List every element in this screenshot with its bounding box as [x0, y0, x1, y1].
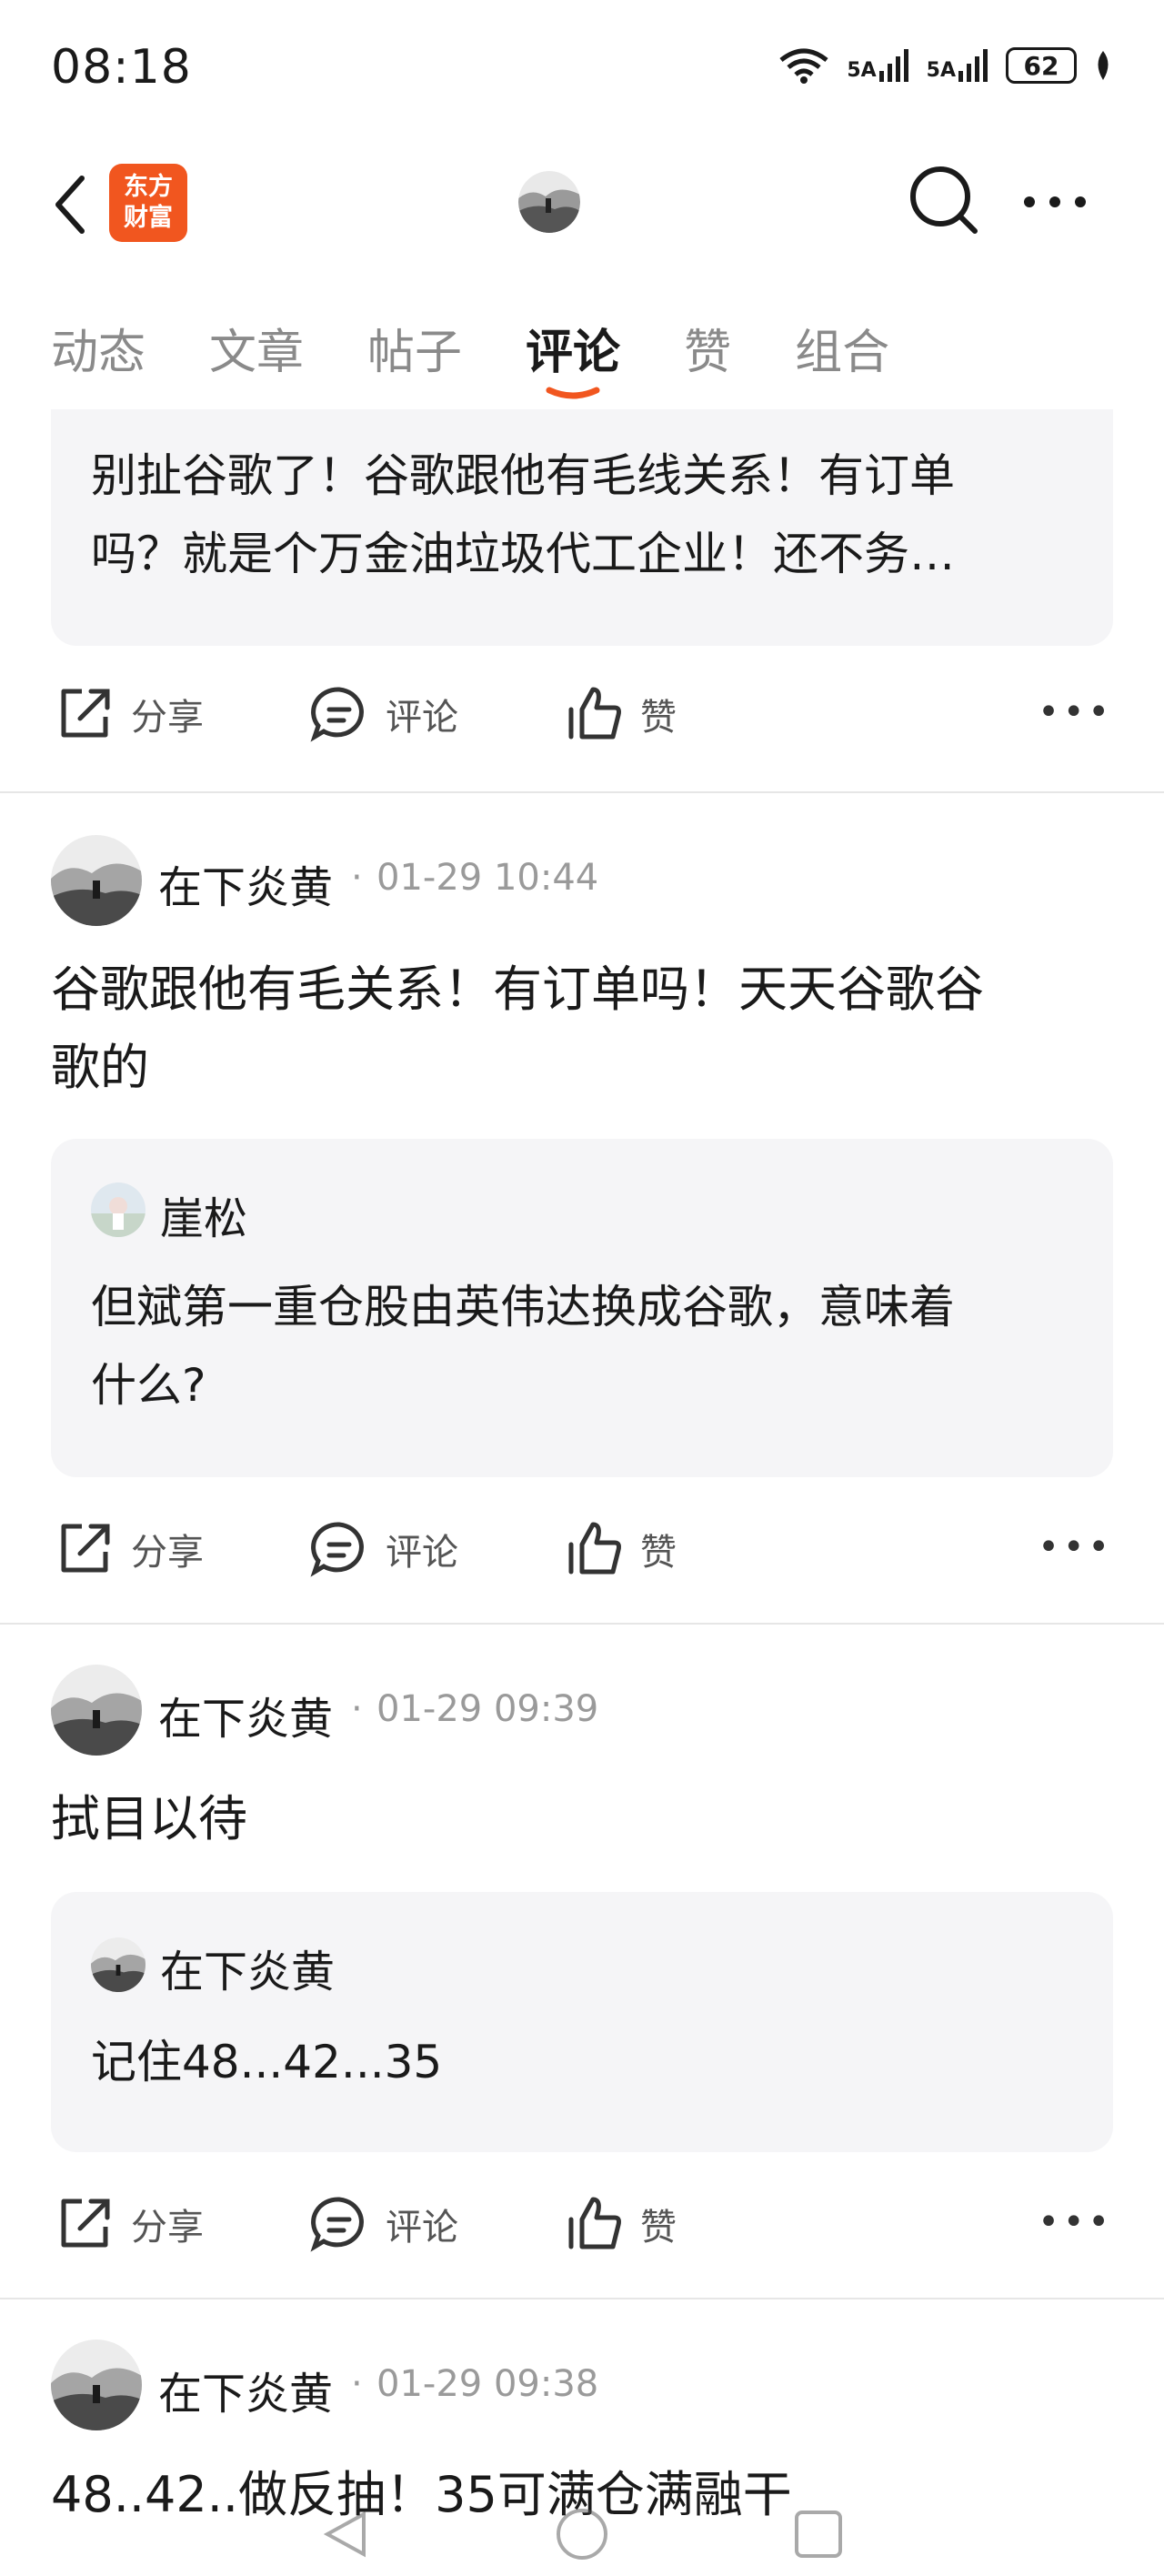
username[interactable]: 在下炎黄: [158, 851, 333, 915]
share-icon: [61, 689, 110, 738]
like-button[interactable]: 赞: [564, 684, 677, 744]
signal-2-icon: 5A: [927, 49, 989, 82]
app-logo: 东方 财富: [109, 164, 187, 242]
thumbs-up-icon: [568, 2197, 621, 2249]
quoted-username: 崖松: [160, 1193, 248, 1244]
nav-recents-icon[interactable]: [791, 2507, 846, 2561]
tab-posts[interactable]: 帖子: [367, 314, 462, 382]
share-icon: [61, 2199, 110, 2248]
leaf-icon: [1098, 51, 1109, 80]
post-time-separator: ·: [351, 857, 363, 899]
post-time-separator: ·: [351, 2363, 363, 2405]
tab-portfolio[interactable]: 组合: [795, 314, 889, 382]
search-icon[interactable]: [908, 164, 980, 236]
user-avatar[interactable]: [51, 1665, 142, 1756]
post-text: 歌的: [51, 1039, 149, 1096]
signal-1-icon: 5A: [847, 49, 909, 82]
quoted-username: 在下炎黄: [160, 1947, 336, 1997]
comment-button[interactable]: 评论: [309, 2194, 458, 2254]
post-divider: [0, 1623, 1164, 1625]
comment-button[interactable]: 评论: [309, 1519, 458, 1579]
post-time: 01-29 10:44: [376, 857, 599, 899]
comment-icon: [310, 1522, 364, 1577]
like-button[interactable]: 赞: [564, 2194, 677, 2254]
wifi-icon: [779, 48, 828, 84]
post-more-button[interactable]: •••: [1038, 2201, 1113, 2243]
quoted-post[interactable]: 崖松 但斌第一重仓股由英伟达换成谷歌，意味着 什么?: [51, 1139, 1113, 1477]
post-time: 01-29 09:39: [376, 1688, 599, 1730]
quoted-text: 记住48...42...35: [91, 2036, 443, 2088]
tab-comments[interactable]: 评论: [526, 314, 620, 399]
username[interactable]: 在下炎黄: [158, 1683, 333, 1746]
post-time: 01-29 09:38: [376, 2363, 599, 2405]
quoted-user-avatar: [91, 1182, 146, 1237]
post-text: 谷歌跟他有毛关系！有订单吗！天天谷歌谷: [51, 961, 984, 1018]
like-button[interactable]: 赞: [564, 1519, 677, 1579]
quoted-text: 但斌第一重仓股由英伟达换成谷歌，意味着: [91, 1281, 955, 1333]
system-nav-bar: [0, 2492, 1164, 2576]
share-icon: [61, 1524, 110, 1573]
quoted-text: 什么?: [91, 1359, 206, 1412]
user-avatar[interactable]: [51, 835, 142, 926]
comment-icon: [310, 2197, 364, 2252]
tab-likes[interactable]: 赞: [684, 314, 731, 382]
quoted-user-avatar: [91, 1937, 146, 1992]
tab-dynamics[interactable]: 动态: [51, 314, 146, 382]
active-tab-indicator: [546, 387, 600, 399]
comment-button[interactable]: 评论: [309, 684, 458, 744]
post-divider: [0, 791, 1164, 793]
post-text: 拭目以待: [51, 1790, 247, 1847]
battery-icon: 62: [1006, 47, 1077, 84]
nav-home-icon[interactable]: [555, 2507, 609, 2561]
thumbs-up-icon: [568, 1522, 621, 1575]
share-button[interactable]: 分享: [55, 2194, 204, 2254]
quoted-post[interactable]: 别扯谷歌了！谷歌跟他有毛线关系！有订单 吗？就是个万金油垃圾代工企业！还不务…: [51, 409, 1113, 646]
nav-back-icon[interactable]: [318, 2507, 373, 2561]
comment-icon: [310, 687, 364, 742]
share-button[interactable]: 分享: [55, 1519, 204, 1579]
quoted-post[interactable]: 在下炎黄 记住48...42...35: [51, 1892, 1113, 2152]
post-divider: [0, 2298, 1164, 2299]
quoted-text: 吗？就是个万金油垃圾代工企业！还不务…: [91, 528, 955, 580]
profile-tabs: 动态 文章 帖子 评论 赞 组合: [51, 314, 953, 399]
post-time-separator: ·: [351, 1688, 363, 1730]
post-more-button[interactable]: •••: [1038, 691, 1113, 733]
username[interactable]: 在下炎黄: [158, 2358, 333, 2421]
share-button[interactable]: 分享: [55, 684, 204, 744]
user-avatar[interactable]: [51, 2340, 142, 2430]
tab-articles[interactable]: 文章: [209, 314, 304, 382]
profile-avatar[interactable]: [518, 171, 580, 233]
back-arrow-icon[interactable]: [51, 173, 87, 236]
status-time: 08:18: [51, 40, 192, 95]
more-options-icon[interactable]: [1022, 193, 1088, 211]
status-icons: 5A 5A 62: [778, 47, 1113, 84]
thumbs-up-icon: [568, 687, 621, 740]
post-more-button[interactable]: •••: [1038, 1526, 1113, 1568]
quoted-text: 别扯谷歌了！谷歌跟他有毛线关系！有订单: [91, 449, 955, 502]
